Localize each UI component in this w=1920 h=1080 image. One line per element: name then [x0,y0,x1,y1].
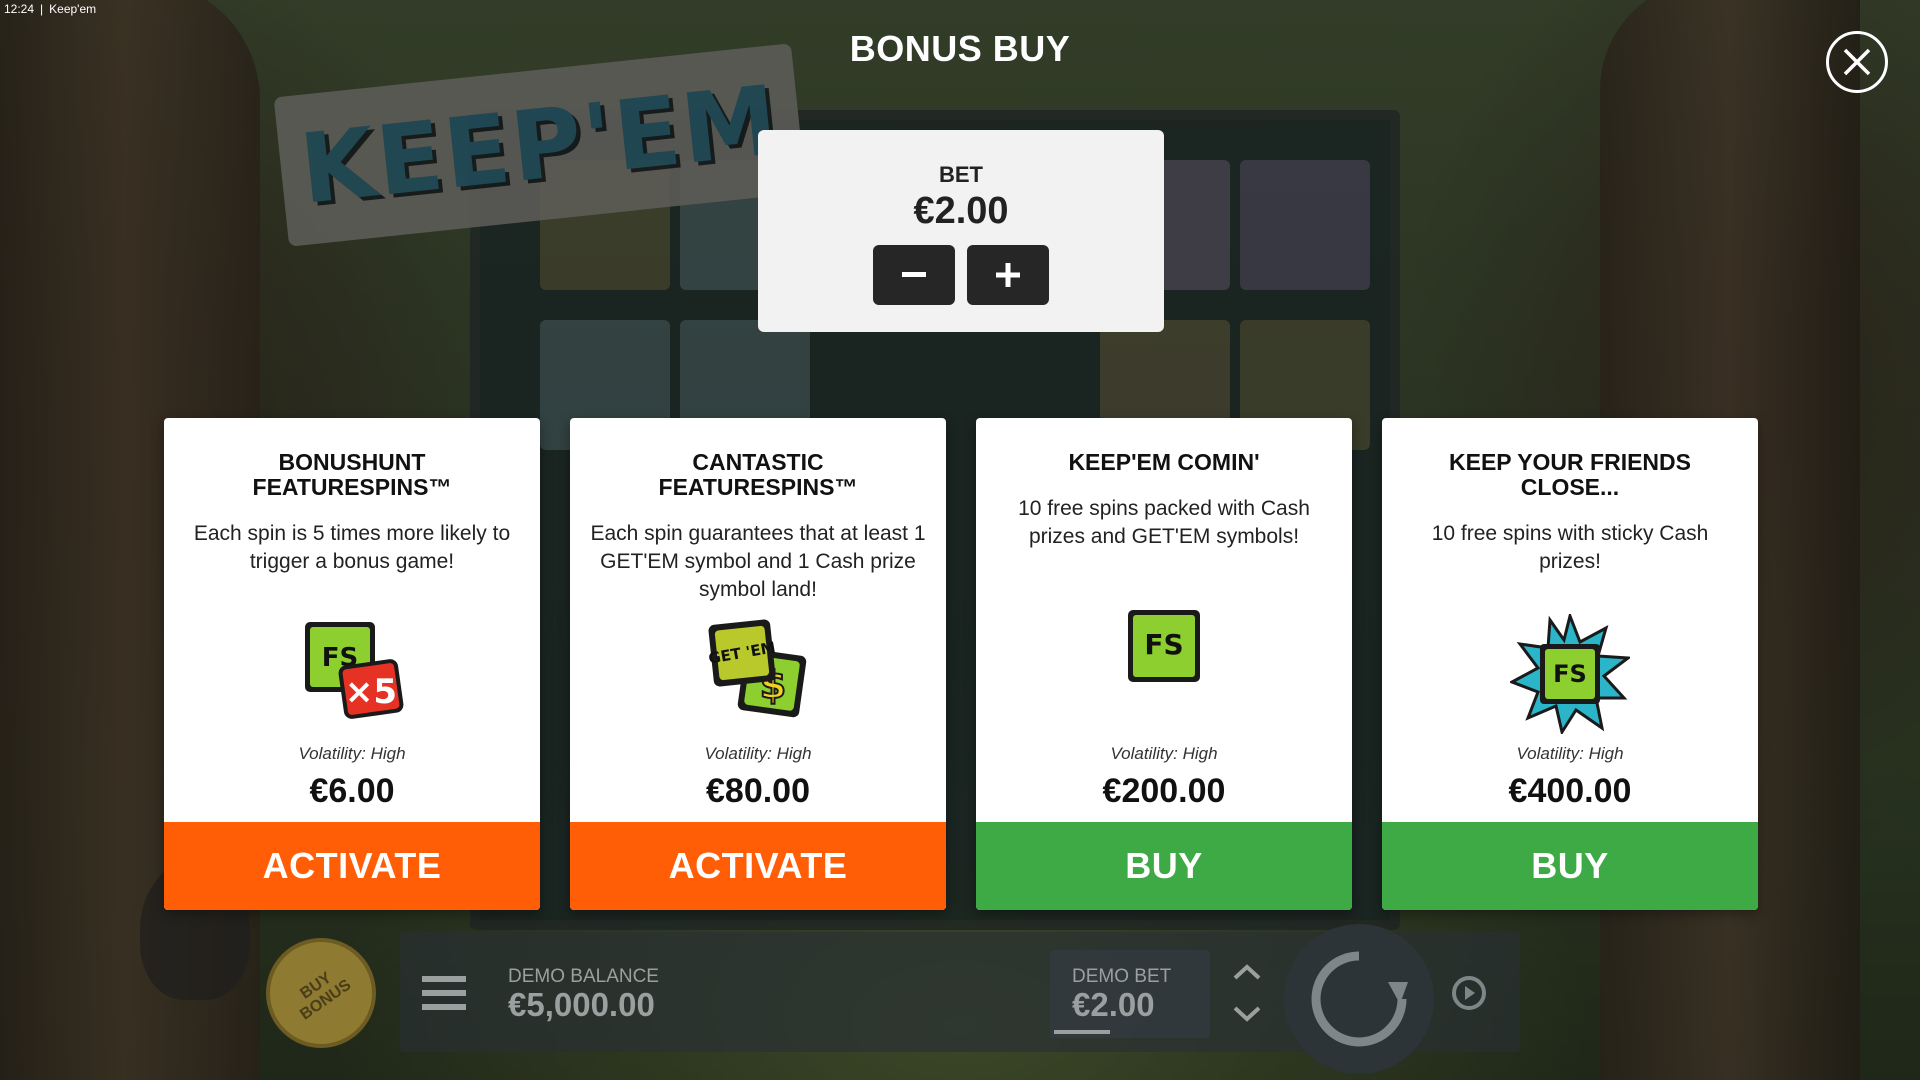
spin-icon [1311,951,1408,1047]
fs-icon: FS [1124,606,1204,691]
card-volatility: Volatility: High [1110,744,1218,763]
bet-label: BET [939,162,983,187]
page-title: BONUS BUY [849,28,1071,69]
card-title: CANTASTIC FEATURESPINS™ [658,449,858,500]
autoplay-icon[interactable] [1448,972,1490,1019]
plus-icon [996,263,1020,287]
bet-panel: BET €2.00 [758,130,1164,332]
card-title: BONUSHUNT FEATURESPINS™ [252,449,452,500]
bonus-card-cantastic: CANTASTIC FEATURESPINS™ Each spin guaran… [570,418,946,910]
card-price: €80.00 [706,772,810,810]
card-description: Each spin is 5 times more likely to trig… [193,522,511,573]
decrease-bet-button[interactable] [873,245,955,305]
demo-bet-label: DEMO BET [1072,966,1172,987]
activate-button[interactable]: ACTIVATE [164,822,540,910]
fs-burst-icon: FS [1508,611,1633,739]
card-description: Each spin guarantees that at least 1 GET… [590,522,926,601]
fs-icon-text: FS [1144,628,1183,661]
bonus-card-keep-your-friends-close: KEEP YOUR FRIENDS CLOSE... 10 free spins… [1382,418,1758,910]
bonus-card-bonushunt: BONUSHUNT FEATURESPINS™ Each spin is 5 t… [164,418,540,910]
bonus-cards: BONUSHUNT FEATURESPINS™ Each spin is 5 t… [164,418,1758,910]
close-button[interactable] [1826,31,1888,93]
close-icon [1843,48,1871,76]
increase-bet-button[interactable] [967,245,1049,305]
card-body: KEEP YOUR FRIENDS CLOSE... 10 free spins… [1382,418,1758,822]
status-app-name: Keep'em [49,2,97,16]
activate-button[interactable]: ACTIVATE [570,822,946,910]
bonus-card-keepem-comin: KEEP'EM COMIN' 10 free spins packed with… [976,418,1352,910]
chevron-up-icon[interactable] [1232,962,1262,987]
demo-bet-value: €2.00 [1072,986,1155,1023]
card-body: CANTASTIC FEATURESPINS™ Each spin guaran… [570,418,946,822]
status-separator: | [40,2,44,16]
card-body: KEEP'EM COMIN' 10 free spins packed with… [976,418,1352,822]
demo-balance-label: DEMO BALANCE [508,966,659,987]
card-price: €200.00 [1102,772,1226,810]
card-description: 10 free spins packed with Cash prizes an… [1018,497,1310,548]
bet-level-indicator [1054,1030,1110,1034]
spin-button[interactable] [1284,924,1434,1074]
status-bar: 12:24 | Keep'em [4,2,96,18]
getem-cash-icon: $ GET 'EM [703,614,813,729]
buy-bonus-button[interactable]: BUY BONUS [266,938,376,1048]
buy-bonus-label: BUY BONUS [297,969,355,1024]
card-body: BONUSHUNT FEATURESPINS™ Each spin is 5 t… [164,418,540,822]
card-description: 10 free spins with sticky Cash prizes! [1431,522,1709,573]
bet-controls [873,245,1049,305]
card-title: KEEP'EM COMIN' [1068,449,1260,475]
fs-badge-text: ×5 [345,672,397,712]
demo-balance-value: €5,000.00 [508,986,655,1023]
card-volatility: Volatility: High [298,744,406,763]
chevron-down-icon[interactable] [1232,1004,1262,1029]
card-title: KEEP YOUR FRIENDS CLOSE... [1449,449,1691,500]
status-time: 12:24 [4,2,35,16]
card-price: €400.00 [1508,772,1632,810]
menu-icon[interactable] [422,974,466,1017]
fs-icon-text: FS [1553,660,1587,688]
minus-icon [902,272,926,277]
bet-value: €2.00 [913,190,1009,232]
card-price: €6.00 [309,772,395,810]
buy-button[interactable]: BUY [1382,822,1758,910]
fs-x5-icon: FS ×5 [297,614,407,729]
card-volatility: Volatility: High [1516,744,1624,763]
buy-button[interactable]: BUY [976,822,1352,910]
card-volatility: Volatility: High [704,744,812,763]
